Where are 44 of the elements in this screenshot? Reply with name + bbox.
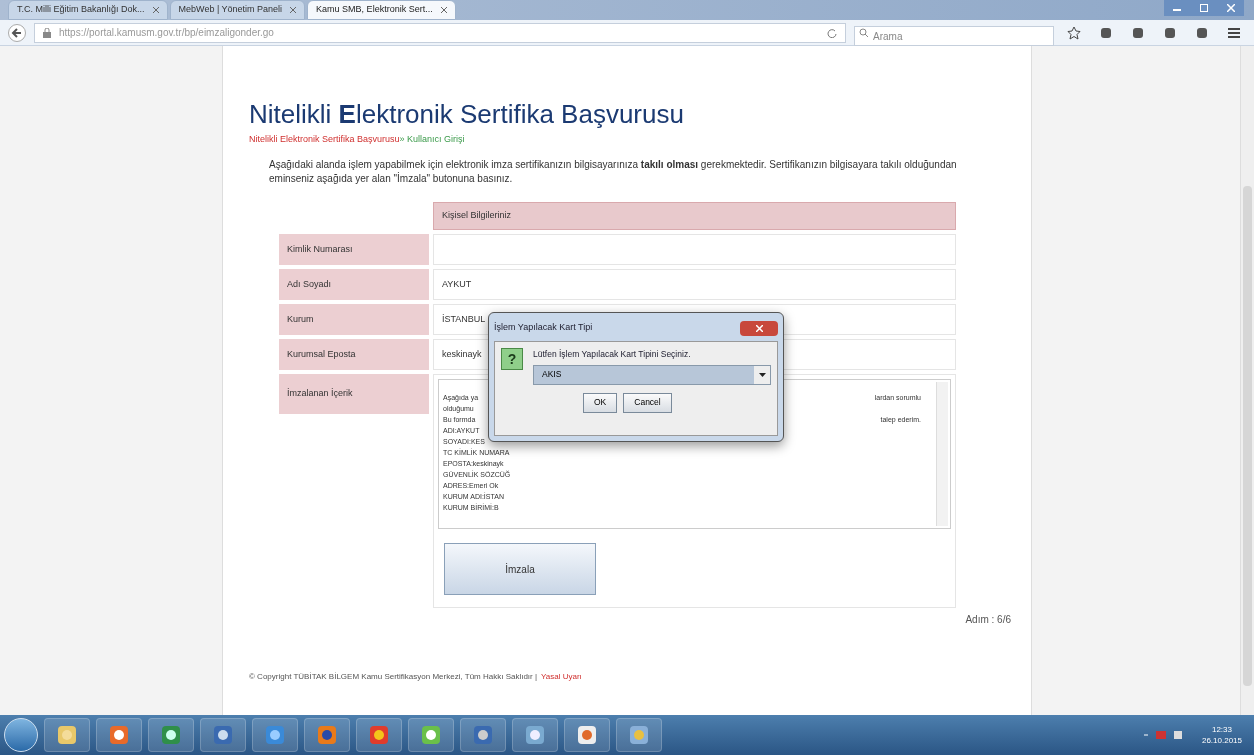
- browser-tab[interactable]: T.C. Milli Eğitim Bakanlığı Dok...: [8, 0, 168, 20]
- dialog-button[interactable]: OK: [583, 392, 618, 413]
- dialog-title: İşlem Yapılacak Kart Tipi: [494, 321, 594, 335]
- start-button[interactable]: [4, 718, 38, 752]
- page-title: Nitelikli Elektronik Sertifika Başvurusu: [249, 98, 685, 131]
- browser-tab[interactable]: Kamu SMB, Elektronik Sert...: [307, 0, 456, 20]
- lock-icon: [43, 27, 51, 38]
- field-label: Kimlik Numarası: [279, 234, 429, 265]
- copyright-text: © Copyright TÜBİTAK BİLGEM Kamu Sertifikasyon Merkezi, Tüm Hakkı Saklıdır |: [249, 671, 538, 683]
- search-field[interactable]: Arama: [854, 26, 1054, 46]
- page-scrollbar[interactable]: [1240, 46, 1254, 715]
- breadcrumb-item: » Kullanıcı Girişi: [399, 132, 465, 146]
- close-icon[interactable]: [290, 7, 297, 13]
- field-label: Kurum: [279, 304, 429, 335]
- star-icon[interactable]: [1067, 25, 1081, 40]
- dialog-prompt: Lütfen İşlem Yapılacak Kart Tipini Seçiniz.: [533, 348, 692, 361]
- breadcrumb-item[interactable]: Nitelikli Elektronik Sertifika Başvurusu: [249, 132, 400, 146]
- field-value: AYKUT: [433, 269, 956, 300]
- dropdown-arrow-icon: [758, 372, 766, 377]
- section-header: Kişisel Bilgileriniz: [433, 202, 956, 230]
- menu-icon[interactable]: [1227, 25, 1241, 40]
- step-indicator: Adım : 6/6: [965, 613, 1011, 627]
- sign-button[interactable]: İmzala: [444, 543, 596, 595]
- close-icon[interactable]: [152, 7, 159, 13]
- field-label: İmzalanan İçerik: [279, 374, 429, 414]
- dialog-button[interactable]: Cancel: [623, 392, 672, 413]
- close-icon: [755, 324, 763, 332]
- search-icon: [859, 27, 869, 38]
- clock-time: 12:33: [1211, 724, 1232, 735]
- close-icon[interactable]: [440, 7, 447, 13]
- card-type-select[interactable]: AKIS: [533, 364, 771, 385]
- maximize-icon[interactable]: [1200, 4, 1208, 12]
- close-button[interactable]: [740, 320, 778, 336]
- scrollbar[interactable]: [936, 382, 948, 526]
- reload-icon[interactable]: [827, 27, 837, 38]
- back-icon[interactable]: [8, 23, 26, 42]
- intro-text: Aşağıdaki alanda işlem yapabilmek için elektronik imza sertifikanızın bilgisayarınıza takılı olması gerekmektedir. Sertifikanızın bilgisayara takılı olduğundan eminseniz aşağıda yer alan "İmzala" butonuna basınız.: [269, 158, 958, 186]
- field-label: Kurumsal Eposta: [279, 339, 429, 370]
- question-icon: ?: [501, 348, 523, 370]
- legal-link[interactable]: Yasal Uyarı: [541, 671, 582, 683]
- field-label: Adı Soyadı: [279, 269, 429, 300]
- clock-date: 26.10.2015: [1201, 735, 1242, 746]
- window-controls[interactable]: [1164, 0, 1244, 16]
- browser-tab[interactable]: MebWeb | Yönetim Paneli: [169, 0, 306, 20]
